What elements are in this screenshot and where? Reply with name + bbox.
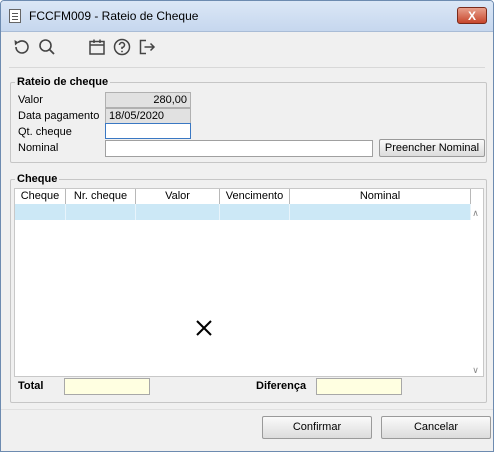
title-bar[interactable]: FCCFM009 - Rateio de Cheque X	[1, 1, 493, 32]
cell-vencimento[interactable]	[220, 204, 290, 220]
document-icon	[9, 9, 21, 23]
grid-header: Cheque Nr. cheque Valor Vencimento Nomin…	[15, 189, 471, 205]
col-cheque[interactable]: Cheque	[15, 189, 66, 204]
data-pagamento-label: Data pagamento	[18, 110, 100, 122]
cancel-button[interactable]: Cancelar	[381, 416, 491, 439]
cell-cheque[interactable]	[15, 204, 66, 220]
cell-nr-cheque[interactable]	[66, 204, 136, 220]
calendar-icon[interactable]	[87, 37, 107, 57]
dialog-window: FCCFM009 - Rateio de Cheque X Rateio de …	[0, 0, 494, 452]
footer-separator	[1, 409, 493, 410]
confirm-button[interactable]: Confirmar	[262, 416, 372, 439]
nominal-input[interactable]	[105, 140, 373, 157]
col-valor[interactable]: Valor	[136, 189, 220, 204]
valor-label: Valor	[18, 94, 43, 106]
cursor-x-icon	[196, 320, 212, 336]
cell-nominal[interactable]	[290, 204, 471, 220]
search-icon[interactable]	[37, 37, 57, 57]
toolbar	[1, 32, 493, 62]
scroll-down-icon[interactable]: ∨	[471, 366, 480, 375]
help-icon[interactable]	[112, 37, 132, 57]
qt-cheque-input[interactable]	[105, 123, 191, 139]
close-button[interactable]: X	[457, 7, 487, 24]
col-vencimento[interactable]: Vencimento	[220, 189, 290, 204]
col-nr-cheque[interactable]: Nr. cheque	[66, 189, 136, 204]
table-row[interactable]	[15, 204, 471, 220]
cheque-legend: Cheque	[17, 173, 58, 185]
total-label: Total	[18, 380, 44, 392]
diferenca-label: Diferença	[256, 380, 307, 392]
data-pagamento-field: 18/05/2020	[105, 108, 191, 124]
cheque-grid[interactable]: Cheque Nr. cheque Valor Vencimento Nomin…	[14, 188, 484, 377]
col-nominal[interactable]: Nominal	[290, 189, 471, 204]
exit-icon[interactable]	[137, 37, 157, 57]
qt-cheque-label: Qt. cheque	[18, 126, 72, 138]
cell-valor[interactable]	[136, 204, 220, 220]
diferenca-field	[316, 378, 402, 395]
rateio-legend: Rateio de cheque	[17, 76, 109, 88]
nominal-label: Nominal	[18, 142, 59, 154]
window-title: FCCFM009 - Rateio de Cheque	[29, 9, 199, 23]
scroll-up-icon[interactable]: ∧	[471, 209, 480, 218]
toolbar-separator	[9, 67, 485, 68]
total-field	[64, 378, 150, 395]
valor-field: 280,00	[105, 92, 191, 108]
preencher-nominal-button[interactable]: Preencher Nominal	[379, 139, 485, 157]
refresh-icon[interactable]	[11, 37, 31, 57]
